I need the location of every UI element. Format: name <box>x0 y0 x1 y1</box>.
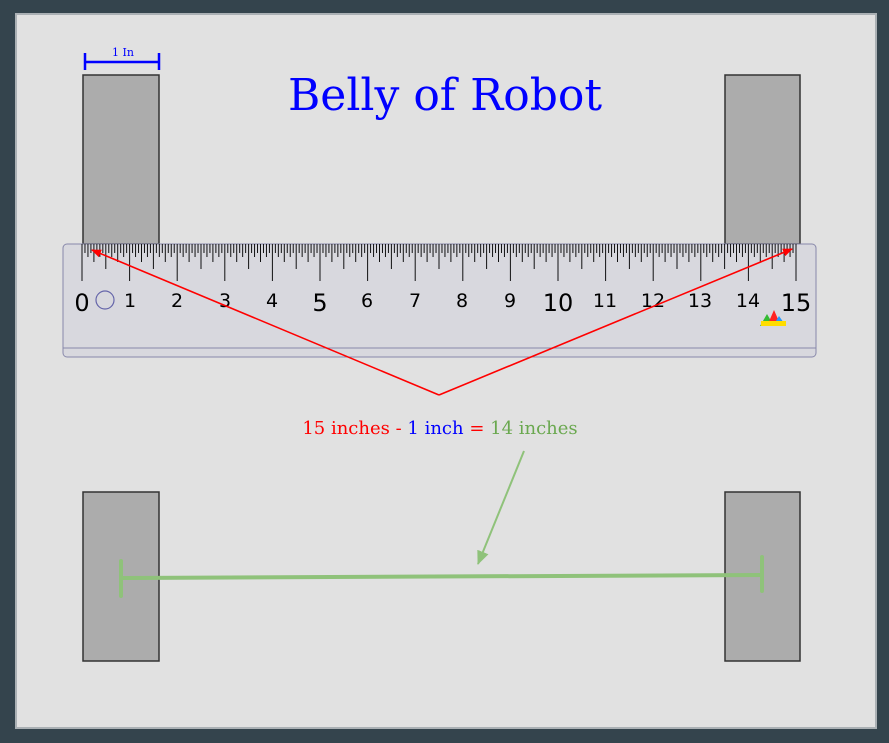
equation-minus: - <box>390 418 408 439</box>
ruler-number-14: 14 <box>736 290 760 312</box>
equation-equals: = <box>464 418 491 439</box>
ruler-number-12: 12 <box>641 290 665 312</box>
page-title: Belly of Robot <box>288 70 602 121</box>
ruler-number-2: 2 <box>171 290 183 312</box>
ruler-number-8: 8 <box>456 290 468 312</box>
equation-part-15-inches: 15 inches <box>302 418 390 439</box>
ruler-number-4: 4 <box>266 290 278 312</box>
ruler-number-15: 15 <box>781 289 812 317</box>
ruler-number-5: 5 <box>312 289 327 317</box>
ruler-number-6: 6 <box>361 290 373 312</box>
ruler-number-7: 7 <box>409 290 421 312</box>
ruler-number-0: 0 <box>74 289 89 317</box>
top-right-wheel <box>724 74 801 245</box>
ruler-number-10: 10 <box>543 289 574 317</box>
equation-part-1-inch: 1 inch <box>407 418 464 439</box>
top-left-wheel <box>82 74 160 245</box>
ruler: 0 1 2 3 4 5 6 7 8 9 10 11 12 13 14 15 <box>62 243 817 358</box>
ruler-number-11: 11 <box>593 290 617 312</box>
ruler-number-3: 3 <box>219 290 231 312</box>
scale-label: 1 In <box>112 46 134 59</box>
diagram-canvas: Belly of Robot 1 In 0 1 2 3 4 5 6 7 8 9 … <box>15 13 877 729</box>
equation: 15 inches - 1 inch = 14 inches <box>302 418 577 439</box>
ruler-number-9: 9 <box>504 290 516 312</box>
equation-part-14-inches: 14 inches <box>490 418 578 439</box>
ruler-number-13: 13 <box>688 290 712 312</box>
ruler-number-1: 1 <box>124 290 136 312</box>
